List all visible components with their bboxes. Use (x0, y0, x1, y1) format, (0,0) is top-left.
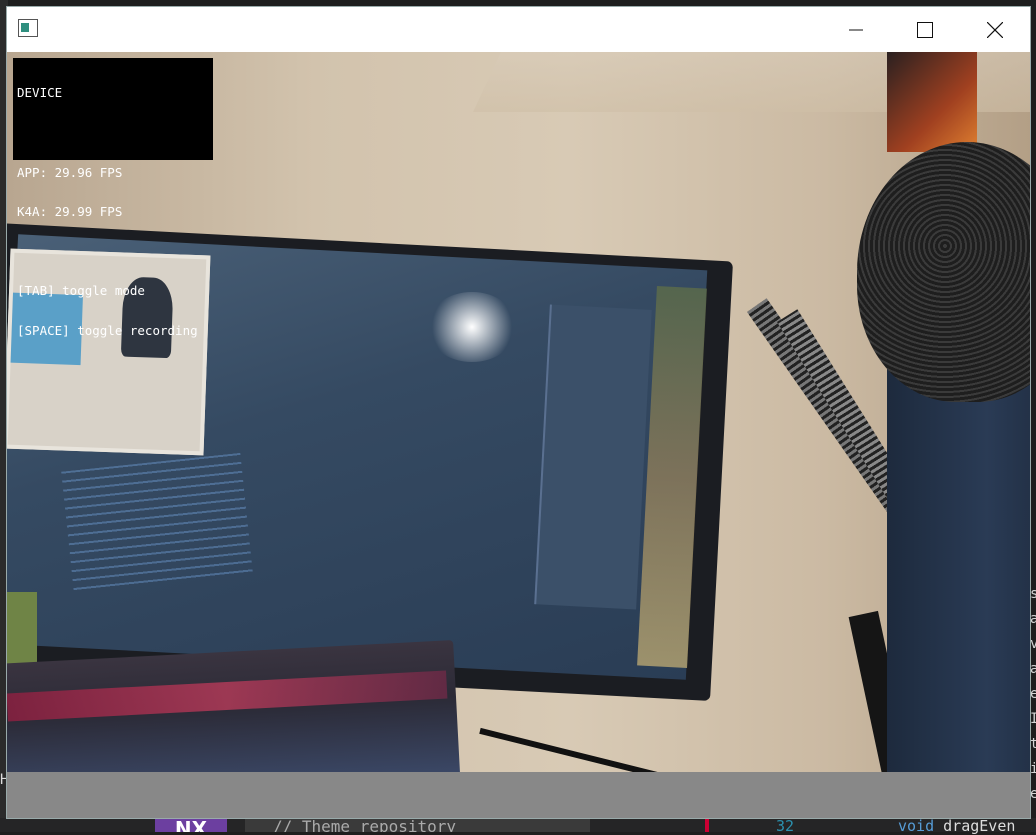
app-fps-label: APP: 29.96 FPS (17, 164, 123, 180)
background-text-fragment: i (1030, 761, 1036, 777)
camera-image-code (61, 452, 253, 592)
background-text-fragment: I (1030, 711, 1036, 727)
background-text-fragment: a (1030, 611, 1036, 627)
background-text-fragment: e (1030, 686, 1036, 702)
app-icon[interactable] (18, 19, 38, 37)
code-keyword: void (898, 817, 935, 835)
background-divider (705, 818, 709, 832)
title-bar[interactable] (7, 7, 1030, 52)
camera-image-poster (887, 52, 977, 152)
space-hint-label: [SPACE] toggle recording (17, 322, 198, 338)
background-text-fragment: s (1030, 586, 1036, 602)
bottom-bar (7, 772, 1030, 818)
minimize-icon (849, 29, 863, 30)
status-overlay: DEVICE APP: 29.96 FPS K4A: 29.99 FPS [TA… (13, 58, 213, 337)
background-text-fragment: v (1030, 636, 1036, 652)
background-text-fragment: t (1030, 736, 1036, 752)
close-button[interactable] (972, 7, 1018, 52)
code-text: dragEven (934, 817, 1016, 835)
background-text-fragment: a (1030, 661, 1036, 677)
maximize-icon (917, 21, 933, 38)
k4a-fps-label: K4A: 29.99 FPS (17, 204, 123, 220)
app-window: DEVICE APP: 29.96 FPS K4A: 29.99 FPS [TA… (7, 7, 1030, 818)
tab-hint-label: [TAB] toggle mode (17, 283, 145, 299)
maximize-button[interactable] (902, 7, 948, 52)
background-text-fragment: e (1030, 786, 1036, 802)
minimize-button[interactable] (833, 7, 879, 52)
mode-label: DEVICE (17, 85, 63, 101)
background-editor-column: s a v a e I t i e (1030, 582, 1036, 822)
camera-image-glare (427, 292, 517, 362)
camera-image-editor-panel (534, 304, 652, 610)
close-icon (987, 21, 1003, 38)
